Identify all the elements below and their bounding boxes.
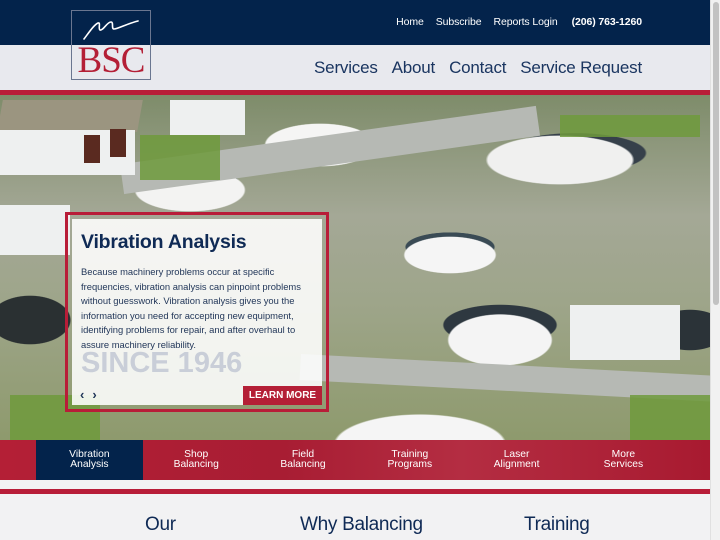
nav-services[interactable]: Services [314, 58, 378, 78]
nav-service-request[interactable]: Service Request [520, 58, 642, 78]
tab-laser-alignment[interactable]: Laser Alignment [463, 440, 570, 480]
nav-contact[interactable]: Contact [449, 58, 506, 78]
divider-red [0, 489, 710, 494]
building-door [84, 135, 100, 163]
tab-label: Services [603, 459, 644, 470]
page: Home Subscribe Reports Login (206) 763-1… [0, 0, 710, 540]
tab-label: Analysis [70, 459, 109, 470]
tab-label: Balancing [280, 459, 326, 470]
wave-signature-icon [83, 20, 139, 40]
tab-shop-balancing[interactable]: Shop Balancing [143, 440, 250, 480]
tab-field-balancing[interactable]: Field Balancing [250, 440, 357, 480]
building [570, 305, 680, 360]
link-reports-login[interactable]: Reports Login [494, 16, 558, 28]
logo[interactable]: BSC [71, 10, 151, 80]
grass [140, 135, 220, 180]
section-title-why-balancing: Why Balancing [300, 514, 423, 535]
building-door [110, 129, 126, 157]
section-title-our: Our [145, 514, 176, 535]
nav-about[interactable]: About [392, 58, 436, 78]
phone-number[interactable]: (206) 763-1260 [572, 16, 643, 28]
tab-training-programs[interactable]: Training Programs [356, 440, 463, 480]
slide-card: Vibration Analysis Because machinery pro… [72, 219, 322, 405]
logo-letters: BSC [77, 40, 146, 80]
slide-arrows: ‹ › [80, 387, 97, 402]
tab-vibration-analysis[interactable]: Vibration Analysis [36, 440, 143, 480]
tab-label: Alignment [493, 459, 540, 470]
slide-description: Because machinery problems occur at spec… [81, 266, 301, 350]
link-subscribe[interactable]: Subscribe [436, 16, 482, 28]
grass [560, 115, 700, 137]
building-roof [0, 100, 143, 132]
scrollbar[interactable] [710, 0, 720, 540]
utility-nav: Home Subscribe Reports Login (206) 763-1… [396, 16, 642, 28]
chevron-left-icon[interactable]: ‹ [80, 387, 84, 402]
tab-label: Balancing [173, 459, 219, 470]
tab-label: Programs [387, 459, 433, 470]
section-titles: Our Why Balancing Training [0, 514, 710, 540]
chevron-right-icon[interactable]: › [92, 387, 96, 402]
tab-more-services[interactable]: More Services [570, 440, 677, 480]
learn-more-button[interactable]: LEARN MORE [243, 386, 322, 405]
since-watermark: SINCE 1946 [81, 347, 243, 379]
section-title-training: Training [524, 514, 590, 535]
link-home[interactable]: Home [396, 16, 424, 28]
services-tabs: Vibration Analysis Shop Balancing Field … [0, 440, 710, 480]
scrollbar-thumb[interactable] [713, 2, 719, 305]
grass [630, 395, 710, 440]
building [0, 205, 70, 255]
main-nav: Services About Contact Service Request [314, 58, 642, 78]
slide-title: Vibration Analysis [81, 231, 247, 253]
shelter [170, 100, 245, 135]
